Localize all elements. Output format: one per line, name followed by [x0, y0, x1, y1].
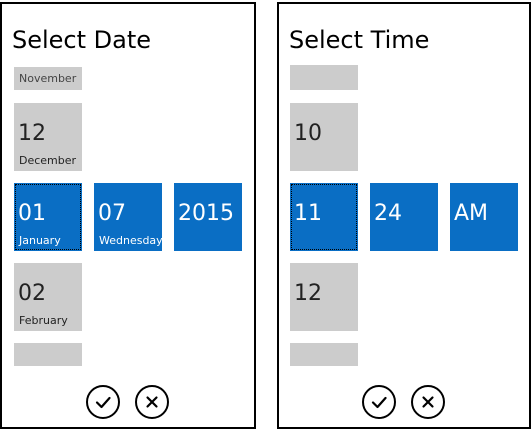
month-item-label: November — [19, 72, 77, 85]
selected-month-number: 01 — [18, 201, 46, 226]
selected-year-number: 2015 — [178, 201, 234, 226]
hour-item-12[interactable]: 12 — [290, 263, 358, 331]
checkmark-icon — [371, 396, 387, 409]
cancel-button[interactable] — [135, 385, 169, 419]
selected-month-name: January — [19, 234, 61, 247]
time-picker-panel: Select Time 10 11 24 AM 12 — [277, 2, 531, 429]
accept-button[interactable] — [86, 385, 120, 419]
selected-weekday-name: Wednesday — [99, 234, 163, 247]
month-item-march-partial[interactable] — [14, 343, 82, 366]
selected-minute-number: 24 — [374, 201, 402, 226]
selected-day-tile[interactable]: 07 Wednesday — [94, 183, 163, 251]
close-icon — [422, 396, 434, 408]
selected-minute-tile[interactable]: 24 — [370, 183, 438, 251]
hour-item-10[interactable]: 10 — [290, 103, 358, 171]
selected-period-tile[interactable]: AM — [450, 183, 518, 251]
selected-period-text: AM — [454, 201, 489, 226]
selected-hour-tile[interactable]: 11 — [290, 183, 358, 251]
month-item-february[interactable]: 02 February — [14, 263, 82, 331]
close-icon — [146, 396, 158, 408]
cancel-button[interactable] — [411, 385, 445, 419]
hour-item-partial[interactable] — [290, 65, 358, 90]
hour-item-partial[interactable] — [290, 343, 358, 366]
accept-button[interactable] — [362, 385, 396, 419]
selected-day-number: 07 — [98, 201, 126, 226]
selected-year-tile[interactable]: 2015 — [174, 183, 242, 251]
hour-number: 10 — [294, 121, 322, 146]
month-name: February — [19, 314, 68, 327]
month-name: December — [19, 154, 77, 167]
selected-hour-number: 11 — [294, 201, 322, 226]
checkmark-icon — [95, 396, 111, 409]
hour-number: 12 — [294, 281, 322, 306]
selected-month-tile[interactable]: 01 January — [14, 183, 82, 251]
month-item-december[interactable]: 12 December — [14, 103, 82, 171]
date-picker-title: Select Date — [12, 26, 152, 54]
month-number: 02 — [18, 281, 46, 306]
month-number: 12 — [18, 121, 46, 146]
month-item-november[interactable]: November — [14, 67, 82, 90]
date-picker-panel: Select Date November 12 December 01 Janu… — [0, 2, 256, 429]
time-picker-title: Select Time — [289, 26, 430, 54]
